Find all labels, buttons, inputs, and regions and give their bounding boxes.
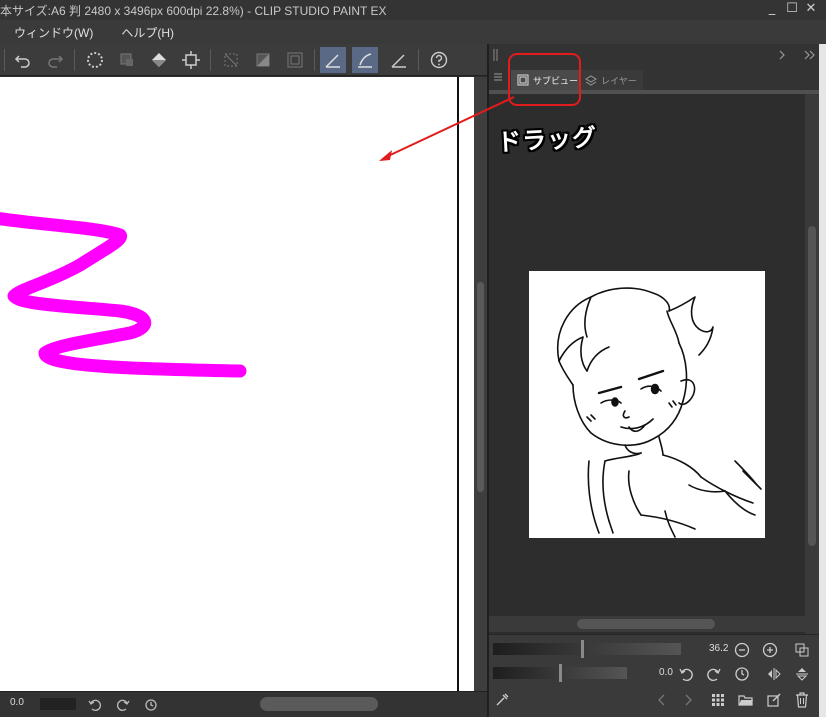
canvas-margin — [459, 77, 474, 691]
trash-icon[interactable] — [793, 691, 811, 709]
reference-image[interactable] — [529, 271, 765, 538]
panel-expand-icon[interactable] — [801, 46, 819, 64]
title-bar: 本サイズ:A6 判 2480 x 3496px 600dpi 22.8%) - … — [0, 0, 826, 20]
fill-icon[interactable] — [146, 47, 172, 73]
subview-horizontal-scrollbar[interactable] — [489, 616, 805, 632]
maximize-button[interactable]: ☐ — [782, 0, 802, 20]
edit-image-icon[interactable] — [765, 691, 783, 709]
subview-zoom-value: 36.2 — [709, 643, 729, 654]
panel-collapse-icon[interactable] — [773, 46, 791, 64]
clear-icon[interactable] — [82, 47, 108, 73]
canvas-vertical-scrollbar[interactable] — [474, 77, 487, 691]
slider-knob[interactable] — [581, 640, 584, 658]
subview-vertical-scrollbar[interactable] — [805, 94, 819, 660]
toolbar-divider — [314, 49, 315, 71]
zoom-in-icon[interactable] — [761, 641, 779, 659]
menu-window[interactable]: ウィンドウ(W) — [0, 24, 107, 41]
flip-horizontal-icon[interactable] — [765, 665, 783, 683]
tab-layer[interactable]: レイヤー — [579, 70, 643, 90]
rotate-left-icon[interactable] — [677, 665, 695, 683]
selection-clear-icon[interactable] — [218, 47, 244, 73]
minimize-button[interactable]: _ — [762, 0, 782, 20]
panel-menu-icon[interactable] — [489, 68, 507, 86]
close-button[interactable]: ✕ — [801, 0, 821, 20]
next-image-icon[interactable] — [679, 691, 697, 709]
zoom-value: 0.0 — [10, 697, 24, 708]
reset-rotation-icon[interactable] — [142, 696, 160, 714]
canvas-page[interactable] — [0, 77, 457, 691]
toolbar-divider — [418, 49, 419, 71]
fill-outside-icon[interactable] — [114, 47, 140, 73]
drag-label: ドラッグ — [496, 123, 598, 157]
rotate-left-icon[interactable] — [86, 696, 104, 714]
subview-body[interactable] — [489, 94, 805, 660]
undo-icon[interactable] — [10, 47, 36, 73]
boy-sketch-image — [557, 287, 762, 538]
layer-icon — [585, 75, 597, 86]
selection-invert-icon[interactable] — [250, 47, 276, 73]
subview-rotate-slider[interactable] — [493, 664, 627, 682]
menu-bar: ウィンドウ(W) ヘルプ(H) — [0, 20, 826, 44]
redo-icon[interactable] — [42, 47, 68, 73]
canvas-horizontal-scroll-thumb[interactable] — [260, 697, 378, 711]
scroll-thumb[interactable] — [577, 619, 715, 629]
window-edge — [819, 44, 826, 717]
window-title: 本サイズ:A6 判 2480 x 3496px 600dpi 22.8%) - … — [0, 3, 387, 18]
flip-vertical-icon[interactable] — [793, 665, 811, 683]
crop-icon[interactable] — [178, 47, 204, 73]
tab-layer-label: レイヤー — [601, 76, 637, 87]
zoom-out-icon[interactable] — [733, 641, 751, 659]
navigator-bar: 0.0 — [0, 691, 488, 717]
open-folder-icon[interactable] — [737, 691, 755, 709]
special-ruler-snap-icon[interactable] — [352, 47, 378, 73]
highlight-box — [508, 53, 581, 106]
selection-expand-icon[interactable] — [282, 47, 308, 73]
thumbnail-grid-icon[interactable] — [709, 691, 727, 709]
panel-grip-icon[interactable] — [487, 46, 505, 64]
zoom-slider[interactable] — [40, 698, 76, 710]
help-icon[interactable] — [426, 47, 452, 73]
menu-help[interactable]: ヘルプ(H) — [107, 24, 188, 41]
ruler-snap-icon[interactable] — [320, 47, 346, 73]
reset-rotation-icon[interactable] — [733, 665, 751, 683]
grid-snap-icon[interactable] — [386, 47, 412, 73]
toolbar-divider — [74, 49, 75, 71]
toolbar-divider — [210, 49, 211, 71]
scroll-thumb[interactable] — [477, 282, 484, 492]
toolbar-divider — [4, 49, 5, 71]
magenta-stroke — [0, 212, 247, 378]
subview-zoom-slider[interactable] — [493, 640, 681, 658]
canvas-area[interactable] — [0, 77, 474, 691]
command-bar — [0, 44, 488, 76]
eyedropper-icon[interactable] — [493, 691, 511, 709]
previous-image-icon[interactable] — [653, 691, 671, 709]
scroll-thumb[interactable] — [808, 226, 816, 546]
slider-knob[interactable] — [559, 664, 562, 682]
subview-rotate-value: 0.0 — [659, 667, 673, 678]
rotate-right-icon[interactable] — [114, 696, 132, 714]
rotate-right-icon[interactable] — [705, 665, 723, 683]
fit-icon[interactable] — [793, 641, 811, 659]
subview-controls: 36.2 0.0 — [489, 634, 819, 717]
